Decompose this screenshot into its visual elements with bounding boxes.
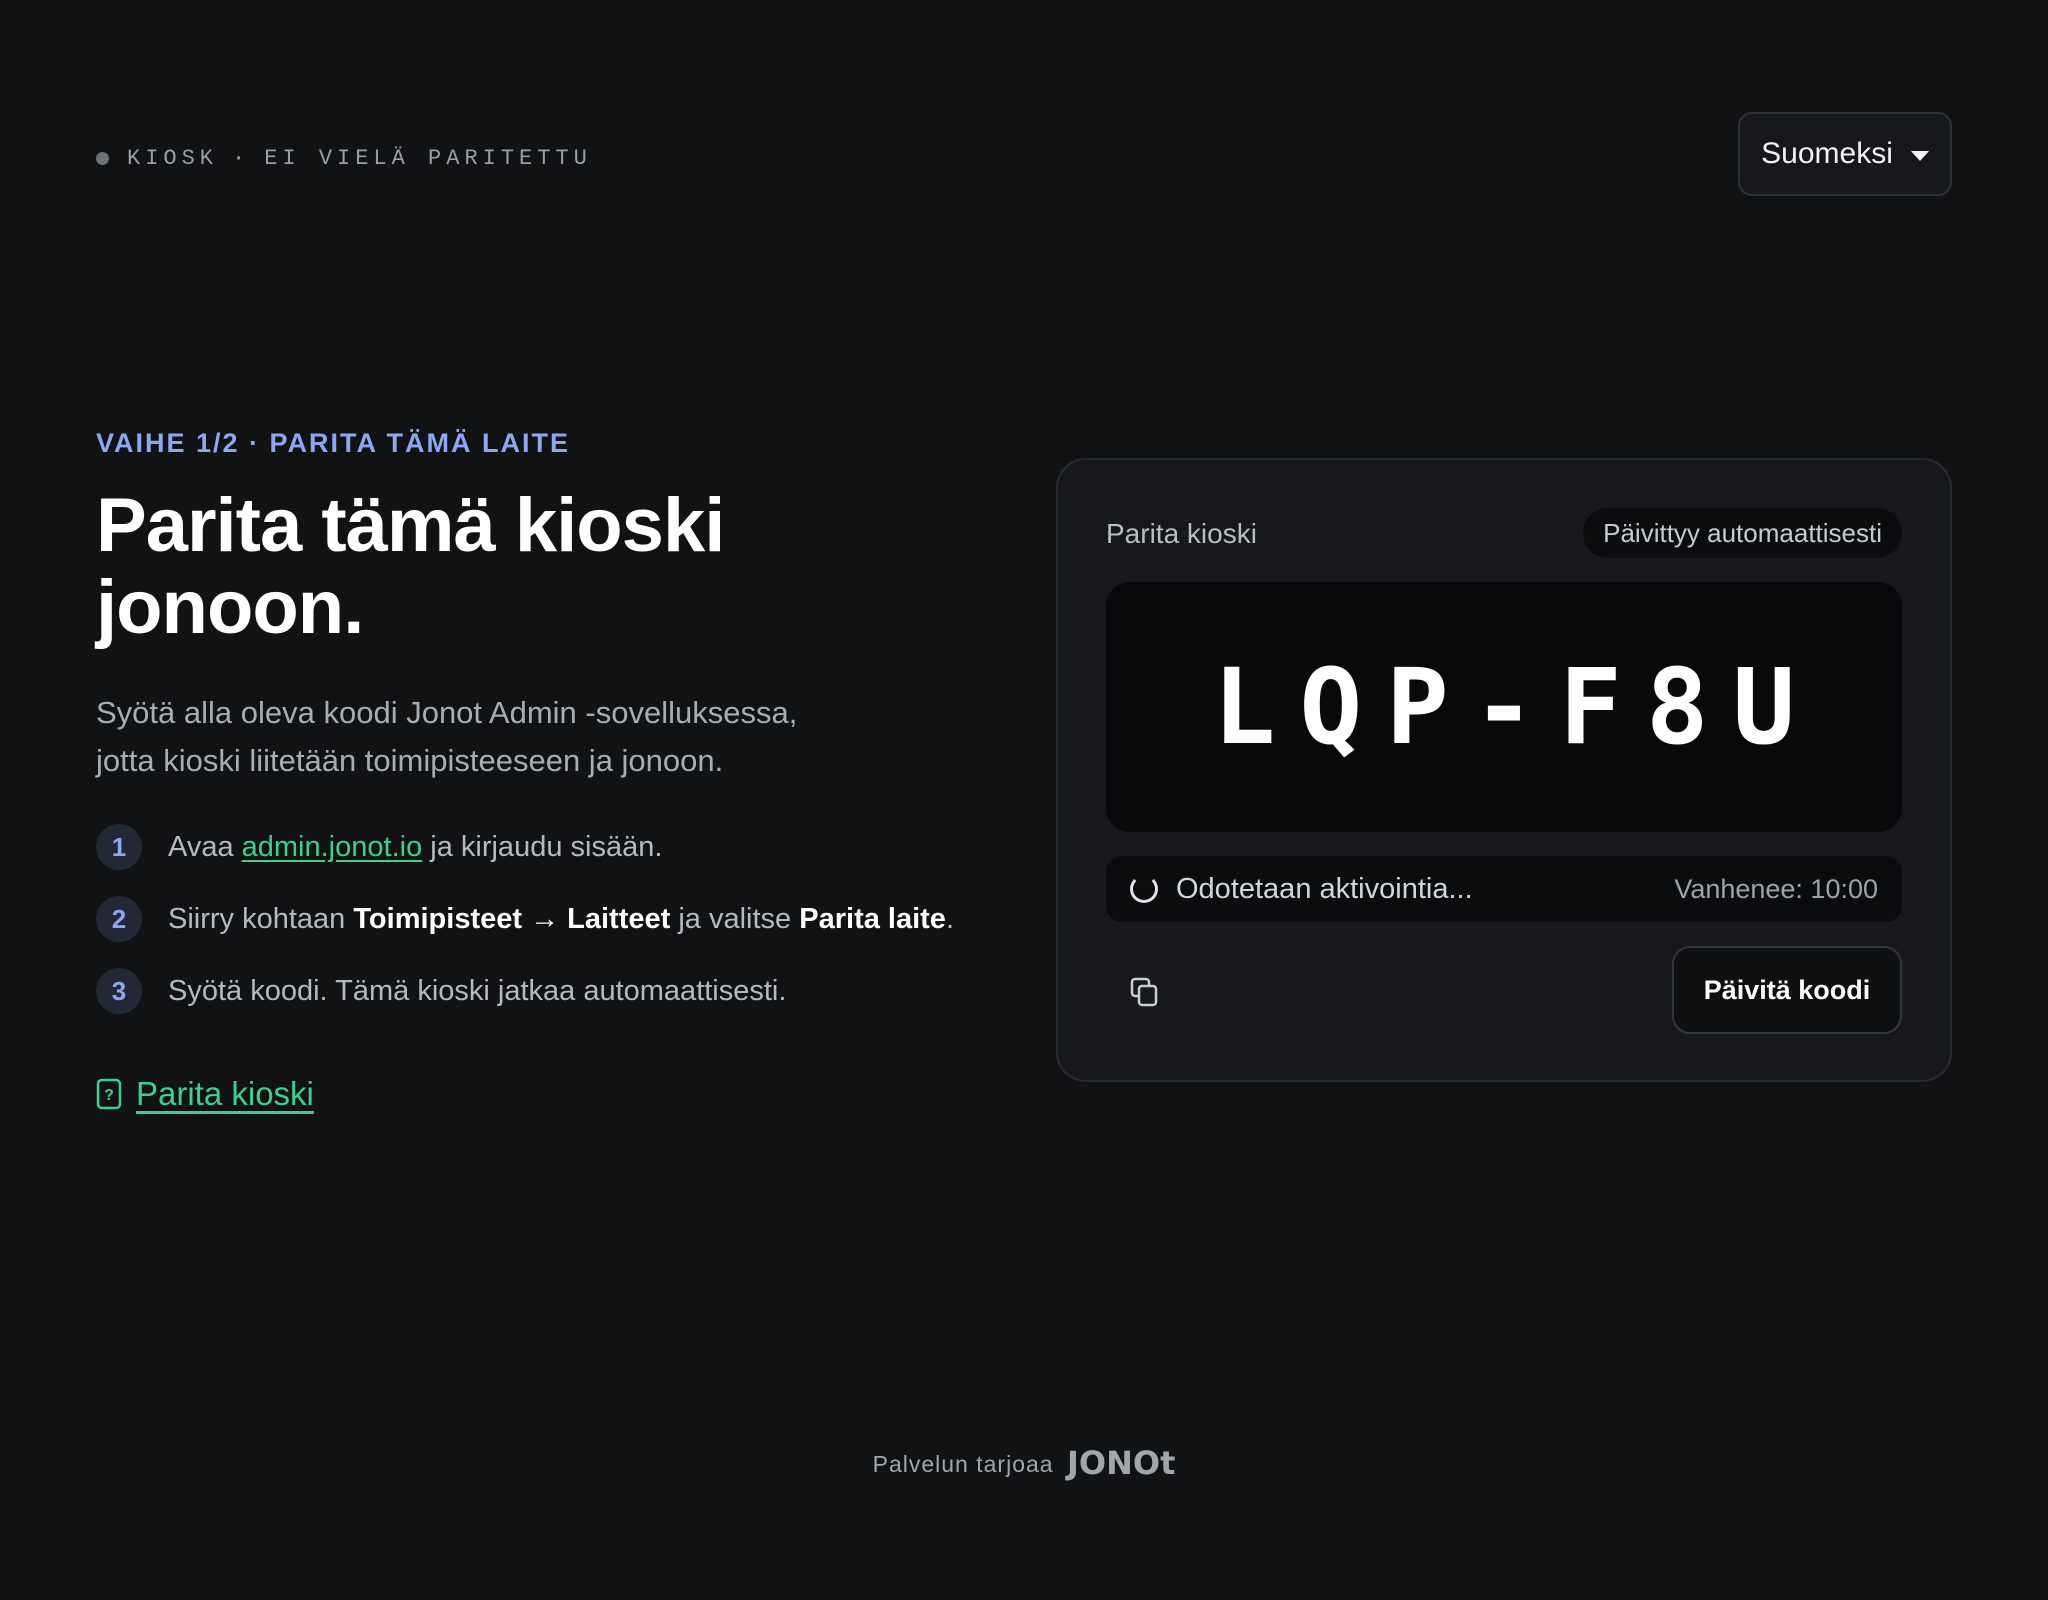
- kiosk-status: KIOSK · EI VIELÄ PARITETTU: [96, 146, 592, 171]
- step-text: Avaa admin.jonot.io ja kirjaudu sisään.: [168, 831, 662, 864]
- step-emphasis: Toimipisteet: [353, 902, 523, 935]
- page-title-line2: jonoon.: [96, 565, 364, 650]
- step-item: 1 Avaa admin.jonot.io ja kirjaudu sisään…: [96, 823, 996, 871]
- step-middle: ja valitse: [678, 902, 792, 935]
- step-end: .: [945, 902, 954, 935]
- expiry-timer: Vanhenee: 10:00: [1674, 873, 1878, 904]
- chevron-down-icon: [1910, 151, 1929, 161]
- step-number: 3: [96, 968, 142, 1014]
- page-title: Parita tämä kioski jonoon.: [96, 485, 996, 649]
- status-state: EI VIELÄ PARITETTU: [264, 146, 592, 171]
- status-separator: ·: [232, 146, 251, 171]
- footer: Palvelun tarjoaa JONOt: [0, 1444, 2048, 1482]
- svg-text:?: ?: [104, 1087, 114, 1104]
- page-title-line1: Parita tämä kioski: [96, 483, 725, 568]
- step-suffix: ja kirjaudu sisään.: [430, 830, 663, 863]
- refresh-code-button[interactable]: Päivitä koodi: [1672, 946, 1902, 1034]
- card-header: Parita kioski Päivittyy automaattisesti: [1106, 508, 1902, 560]
- spinner-icon: [1130, 875, 1158, 903]
- step-prefix: Siirry kohtaan: [168, 902, 346, 935]
- card-title: Parita kioski: [1106, 518, 1257, 549]
- intro-description-line2: jotta kioski liitetään toimipisteeseen j…: [96, 743, 724, 778]
- language-selected: Suomeksi: [1761, 137, 1893, 170]
- admin-link[interactable]: admin.jonot.io: [242, 831, 423, 863]
- step-item: 3 Syötä koodi. Tämä kioski jatkaa automa…: [96, 967, 996, 1015]
- jonot-logo: JONOt: [1066, 1444, 1176, 1482]
- auto-update-badge: Päivittyy automaattisesti: [1583, 508, 1902, 558]
- footer-provided-by: Palvelun tarjoaa: [872, 1451, 1054, 1477]
- step-eyebrow: VAIHE 1/2 · PARITA TÄMÄ LAITE: [96, 428, 571, 458]
- top-bar: KIOSK · EI VIELÄ PARITETTU Suomeksi: [96, 112, 1952, 200]
- intro-section: VAIHE 1/2 · PARITA TÄMÄ LAITE Parita täm…: [96, 428, 996, 1113]
- language-select[interactable]: Suomeksi: [1738, 112, 1952, 196]
- activation-status: Odotetaan aktivointia... Vanhenee: 10:00: [1106, 856, 1902, 922]
- copy-code-button[interactable]: [1124, 972, 1164, 1012]
- step-prefix: Avaa: [168, 830, 234, 863]
- step-item: 2 Siirry kohtaan Toimipisteet → Laitteet…: [96, 895, 996, 943]
- pairing-card: Parita kioski Päivittyy automaattisesti …: [1056, 458, 1952, 1082]
- step-emphasis: Parita laite: [799, 902, 946, 935]
- steps-list: 1 Avaa admin.jonot.io ja kirjaudu sisään…: [96, 823, 996, 1015]
- activation-status-text: Odotetaan aktivointia...: [1176, 872, 1473, 905]
- pairing-code: LQP-F8U: [1212, 646, 1820, 768]
- step-text: Syötä koodi. Tämä kioski jatkaa automaat…: [168, 974, 787, 1007]
- step-emphasis: Laitteet: [567, 902, 671, 935]
- arrow-right-icon: →: [530, 902, 560, 935]
- pairing-code-box: LQP-F8U: [1106, 582, 1902, 832]
- status-device: KIOSK: [127, 146, 219, 171]
- intro-description: Syötä alla oleva koodi Jonot Admin -sove…: [96, 689, 876, 785]
- copy-icon: [1130, 977, 1158, 1007]
- intro-description-line1: Syötä alla oleva koodi Jonot Admin -sove…: [96, 695, 798, 730]
- help-link-label: Parita kioski: [136, 1075, 314, 1112]
- help-link[interactable]: ? Parita kioski: [96, 1075, 996, 1113]
- step-number: 1: [96, 824, 142, 870]
- help-document-icon: ?: [96, 1078, 122, 1110]
- step-number: 2: [96, 896, 142, 942]
- status-dot-icon: [96, 152, 109, 165]
- step-text: Siirry kohtaan Toimipisteet → Laitteet j…: [168, 903, 954, 936]
